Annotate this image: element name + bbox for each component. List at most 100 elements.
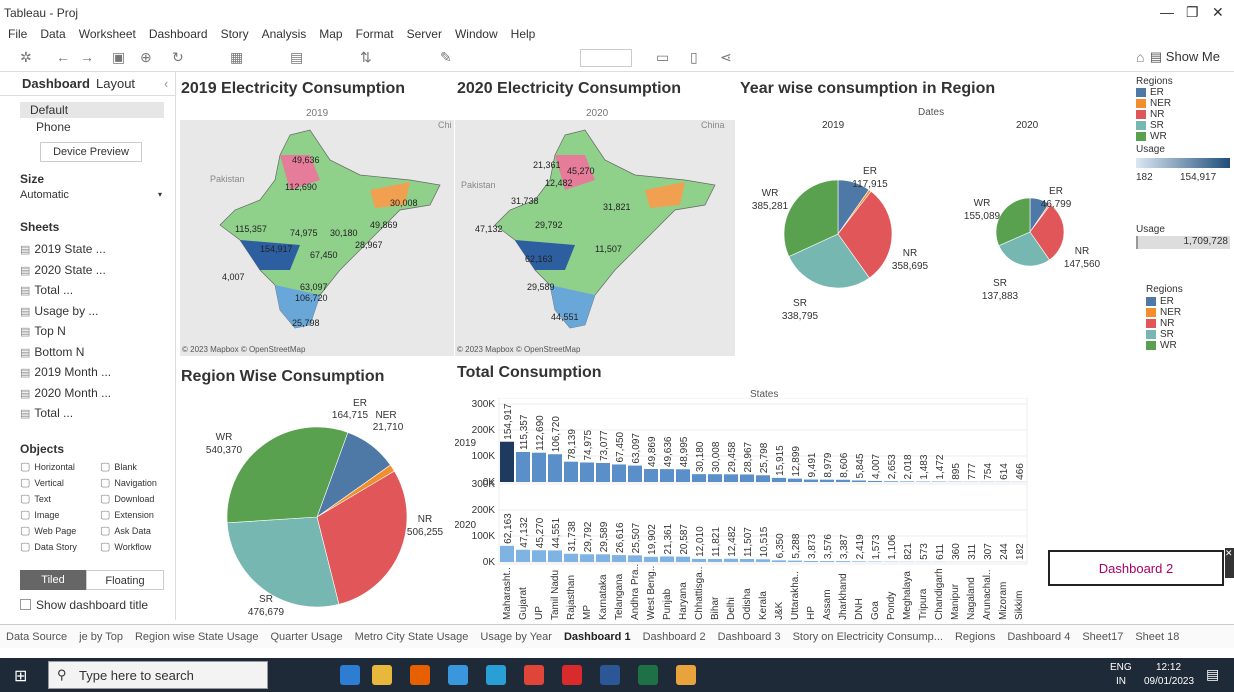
highlight-icon[interactable]: ✎ <box>440 49 452 66</box>
bar-2020-14[interactable] <box>724 558 738 562</box>
yearwise-pie-charts[interactable]: ER 117,915 WR 385,281 NR 358,695 SR 338,795 ER 46… <box>740 134 1130 354</box>
bar-2020-6[interactable] <box>596 554 610 562</box>
share-icon[interactable]: ⋖ <box>720 49 732 66</box>
device-phone[interactable]: Phone <box>36 120 71 134</box>
bar-2020-21[interactable] <box>836 561 850 562</box>
language-eng[interactable]: ENG <box>1110 662 1132 673</box>
bar-2020-11[interactable] <box>676 556 690 562</box>
bar-2019-9[interactable] <box>644 469 658 482</box>
object-item[interactable]: ▢ Navigation <box>100 476 157 489</box>
sheet-tab[interactable]: Quarter Usage <box>265 625 349 643</box>
menu-analysis[interactable]: Analysis <box>254 24 312 41</box>
tab-dashboard[interactable]: Dashboard <box>22 76 90 91</box>
show-me-icon[interactable]: ⌂ <box>1136 49 1144 65</box>
bar-2019-8[interactable] <box>628 465 642 482</box>
bar-2020-19[interactable] <box>804 560 818 562</box>
sheet-item[interactable]: ▤ Usage by ... <box>20 304 98 318</box>
regions2-legend-item[interactable]: NER <box>1146 307 1181 318</box>
bar-2020-12[interactable] <box>692 558 706 562</box>
sheet-tab[interactable]: Dashboard 3 <box>712 625 787 643</box>
object-item[interactable]: ▢ Image <box>20 508 59 521</box>
menu-worksheet[interactable]: Worksheet <box>71 24 141 41</box>
bar-2020-18[interactable] <box>788 560 802 562</box>
chrome-icon[interactable] <box>524 665 544 685</box>
monitor-icon[interactable]: ▯ <box>690 49 698 66</box>
bar-2019-0[interactable] <box>500 441 514 482</box>
bar-2019-15[interactable] <box>740 474 754 482</box>
menu-help[interactable]: Help <box>503 24 541 41</box>
object-item[interactable]: ▢ Workflow <box>100 540 151 553</box>
edge-icon[interactable] <box>486 665 506 685</box>
dashboard-thumbnail[interactable]: Dashboard 2 <box>1048 550 1224 586</box>
menu-server[interactable]: Server <box>399 24 447 41</box>
bar-2019-13[interactable] <box>708 474 722 482</box>
taskview-icon[interactable] <box>340 665 360 685</box>
regions2-legend-item[interactable]: SR <box>1146 329 1181 340</box>
regions-legend-item[interactable]: SR <box>1136 120 1234 131</box>
bar-2020-1[interactable] <box>516 549 530 562</box>
bar-2019-6[interactable] <box>596 462 610 482</box>
sheet-tab[interactable]: Region wise State Usage <box>129 625 265 643</box>
sheet-item[interactable]: ▤ Total ... <box>20 283 73 297</box>
collapse-icon[interactable]: ‹ <box>164 76 168 91</box>
present-icon[interactable]: ▭ <box>656 49 669 66</box>
maximize-button[interactable]: ❐ <box>1186 4 1199 21</box>
show-me-button[interactable]: ▤ Show Me <box>1150 49 1220 65</box>
bar-2019-17[interactable] <box>772 477 786 482</box>
menu-data[interactable]: Data <box>32 24 70 41</box>
map-2020[interactable]: Pakistan China 21,361 12,482 45,270 31,738 3… <box>455 120 735 356</box>
bar-2020-7[interactable] <box>612 555 626 562</box>
bar-2020-17[interactable] <box>772 560 786 562</box>
size-chevron-down-icon[interactable]: ▾ <box>158 190 162 199</box>
firefox-icon[interactable] <box>410 665 430 685</box>
taskbar-search[interactable]: ⚲ Type here to search <box>48 661 268 689</box>
object-item[interactable]: ▢ Vertical <box>20 476 64 489</box>
sheet-item[interactable]: ▤ Top N <box>20 324 66 338</box>
tab-layout[interactable]: Layout <box>96 76 135 91</box>
sheet-item[interactable]: ▤ 2019 Month ... <box>20 365 111 379</box>
bar-2019-7[interactable] <box>612 464 626 482</box>
clock-time[interactable]: 12:12 <box>1156 662 1181 673</box>
sheet-tab[interactable]: Metro City State Usage <box>349 625 475 643</box>
bar-2020-16[interactable] <box>756 559 770 562</box>
new-worksheet-icon[interactable]: ▦ <box>230 49 243 66</box>
object-item[interactable]: ▢ Data Story <box>20 540 77 553</box>
object-item[interactable]: ▢ Ask Data <box>100 524 151 537</box>
menu-map[interactable]: Map <box>311 24 347 41</box>
back-icon[interactable]: ← <box>56 49 70 65</box>
sheet-tab[interactable]: Data Source <box>0 625 73 643</box>
bar-2019-21[interactable] <box>836 479 850 482</box>
object-item[interactable]: ▢ Extension <box>100 508 154 521</box>
bar-2019-12[interactable] <box>692 474 706 482</box>
bar-2020-0[interactable] <box>500 545 514 562</box>
map-2019[interactable]: Pakistan Chi 49,636 112,690 30,008 115,357 7… <box>180 120 454 356</box>
word-icon[interactable] <box>600 665 620 685</box>
sheet-item[interactable]: ▤ 2020 Month ... <box>20 386 111 400</box>
bar-2020-5[interactable] <box>580 554 594 562</box>
device-preview-button[interactable]: Device Preview <box>40 142 142 162</box>
notification-icon[interactable]: ▤ <box>1206 666 1219 683</box>
tableau-logo-icon[interactable]: ✲ <box>20 49 32 66</box>
windows-start-icon[interactable]: ⊞ <box>14 666 27 686</box>
menu-dashboard[interactable]: Dashboard <box>141 24 213 41</box>
floating-button[interactable]: Floating <box>86 570 164 590</box>
bar-2020-9[interactable] <box>644 556 658 562</box>
regionwise-pie-chart[interactable]: ER164,715 NER21,710 WR 540,370 NR 506,255 SR 47… <box>180 392 455 622</box>
object-item[interactable]: ▢ Web Page <box>20 524 76 537</box>
sheet-tab[interactable]: je by Top <box>73 625 129 643</box>
language-in[interactable]: IN <box>1116 676 1126 687</box>
tiled-button[interactable]: Tiled <box>20 570 86 590</box>
object-item[interactable]: ▢ Text <box>20 492 51 505</box>
sheet-tab[interactable]: Sheet 18 <box>1129 625 1185 643</box>
regions-legend-item[interactable]: NR <box>1136 109 1234 120</box>
sheet-item[interactable]: ▤ Bottom N <box>20 345 84 359</box>
close-button[interactable]: ✕ <box>1212 4 1224 21</box>
bar-2020-8[interactable] <box>628 555 642 562</box>
thumbnail-close-icon[interactable]: ✕ <box>1225 548 1234 578</box>
size-dropdown[interactable]: Automatic <box>20 189 69 201</box>
sheet-tab[interactable]: Dashboard 2 <box>637 625 712 643</box>
bar-2020-2[interactable] <box>532 550 546 562</box>
forward-icon[interactable]: → <box>80 49 94 65</box>
regions2-legend-item[interactable]: NR <box>1146 318 1181 329</box>
excel-icon[interactable] <box>638 665 658 685</box>
